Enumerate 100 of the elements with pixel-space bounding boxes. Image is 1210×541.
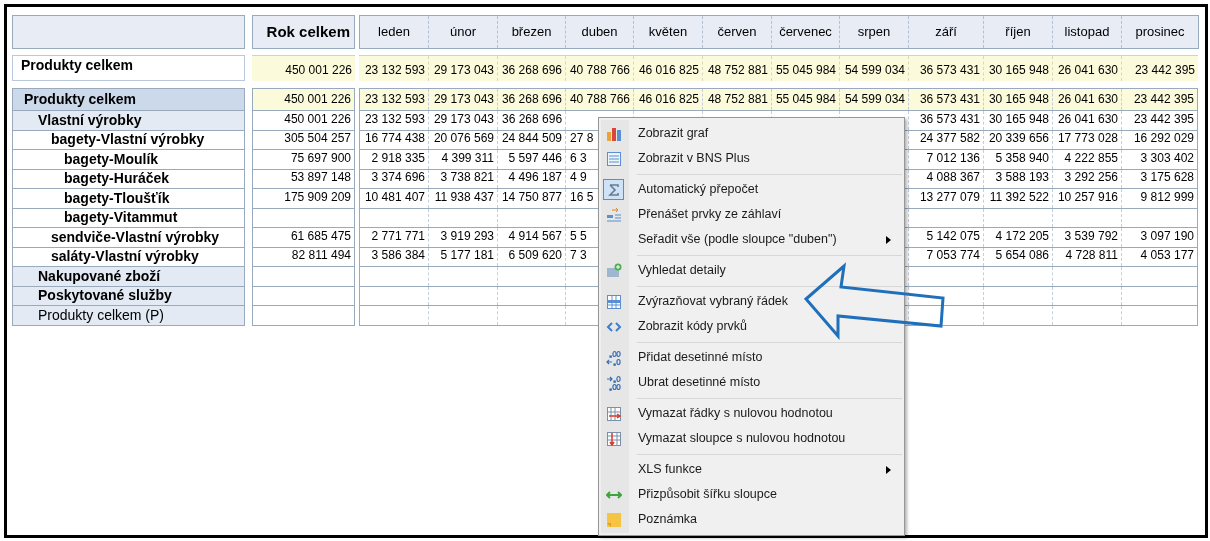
table-cell: 40 788 766 [566, 89, 634, 110]
menu-item[interactable]: Vymazat sloupce s nulovou hodnotou [599, 426, 904, 451]
table-cell-text: 4 053 177 [1139, 247, 1195, 264]
table-cell: 14 750 877 [498, 189, 566, 208]
row-label: Poskytované služby [12, 286, 245, 306]
table-cell: 2 771 771 [360, 228, 429, 247]
table-cell: 24 844 509 [498, 130, 566, 149]
table-cell-text: 3 175 628 [1139, 169, 1195, 186]
row-label: bagety-Tloušťík [12, 189, 245, 209]
table-cell: 7 053 774 [909, 247, 984, 266]
menu-item[interactable]: Zvýrazňovat vybraný řádek [599, 289, 904, 314]
column-header: květen [634, 16, 703, 48]
table-cell: 5 597 446 [498, 150, 566, 169]
table-cell: 450 001 226 [252, 111, 355, 131]
table-cell: 26 041 630 [1053, 89, 1122, 110]
table-cell: 75 697 900 [252, 150, 355, 170]
table-cell: 29 173 043 [429, 56, 498, 81]
table-cell: 29 173 043 [429, 89, 498, 110]
table-cell: 23 132 593 [360, 89, 429, 110]
menu-item[interactable]: Přidat desetinné místo [599, 345, 904, 370]
table-cell: 29 173 043 [429, 111, 498, 130]
table-cell: 450 001 226 [252, 88, 355, 111]
table-cell-text: 16 292 029 [1132, 130, 1195, 147]
table-cell: 23 132 593 [359, 56, 429, 81]
row-label: Nakupované zboží [12, 267, 245, 287]
table-cell: 26 041 630 [1053, 111, 1122, 130]
table-cell: 3 539 792 [1053, 228, 1122, 247]
column-header: únor [429, 16, 498, 48]
column-header: leden [360, 16, 429, 48]
table-cell: 305 504 257 [252, 130, 355, 150]
table-cell: 82 811 494 [252, 247, 355, 267]
table-cell: 30 165 948 [984, 111, 1053, 130]
table-cell: 10 481 407 [360, 189, 429, 208]
table-cell: 4 914 567 [498, 228, 566, 247]
table-cell: 36 268 696 [498, 111, 566, 130]
row-label: Produkty celkem [12, 55, 245, 81]
table-cell: 4 728 811 [1053, 247, 1122, 266]
table-cell: 5 654 086 [984, 247, 1053, 266]
table-cell-text: 23 442 395 [1132, 111, 1195, 128]
table-cell: 54 599 034 [840, 89, 909, 110]
table-cell: 53 897 148 [252, 169, 355, 189]
column-header: srpen [840, 16, 909, 48]
table-cell: 7 012 136 [909, 150, 984, 169]
column-header: prosinec [1134, 23, 1186, 42]
table-cell: 4 496 187 [498, 169, 566, 188]
table-cell: 2 918 335 [360, 150, 429, 169]
table-cell: 175 909 209 [252, 189, 355, 209]
table-cell: 3 919 293 [429, 228, 498, 247]
column-header: březen [498, 16, 566, 48]
table-cell-text: 3 097 190 [1139, 228, 1195, 245]
table-cell: 3 588 193 [984, 169, 1053, 188]
table-cell: 5 177 181 [429, 247, 498, 266]
table-cell: 17 773 028 [1053, 130, 1122, 149]
table-cell: 20 076 569 [429, 130, 498, 149]
table-cell: 48 752 881 [703, 89, 772, 110]
table-cell: 4 399 311 [429, 150, 498, 169]
row-label: bagety-Vitammut [12, 208, 245, 228]
table-cell: 36 573 431 [909, 111, 984, 130]
menu-item[interactable]: Ubrat desetinné místo [599, 370, 904, 395]
table-cell: 5 358 940 [984, 150, 1053, 169]
column-header: duben [566, 16, 634, 48]
row-label: Vlastní výrobky [12, 111, 245, 131]
table-cell: 4 088 367 [909, 169, 984, 188]
table-cell: 36 268 696 [498, 89, 566, 110]
table-cell: 4 172 205 [984, 228, 1053, 247]
table-cell: 46 016 825 [634, 89, 703, 110]
table-cell: 36 573 431 [909, 89, 984, 110]
menu-item[interactable]: Poznámka [599, 507, 904, 532]
table-cell-text: 23 442 395 [1132, 91, 1195, 108]
table-cell-text: 3 303 402 [1139, 150, 1195, 167]
menu-item[interactable]: Přizpůsobit šířku sloupce [599, 482, 904, 507]
row-label: bagety-Moulík [12, 150, 245, 170]
table-cell: 40 788 766 [566, 56, 634, 81]
row-label: bagety-Huráček [12, 169, 245, 189]
table-cell: 23 132 593 [360, 111, 429, 130]
table-cell: 30 165 948 [984, 89, 1053, 110]
table-cell: 11 392 522 [984, 189, 1053, 208]
row-label: Produkty celkem (P) [12, 306, 245, 326]
table-cell: 13 277 079 [909, 189, 984, 208]
table-cell: 6 509 620 [498, 247, 566, 266]
table-cell: 11 938 437 [429, 189, 498, 208]
table-cell: 30 165 948 [984, 56, 1053, 81]
table-cell: 46 016 825 [634, 56, 703, 81]
table-cell: 55 045 984 [772, 56, 840, 81]
table-cell: 10 257 916 [1053, 189, 1122, 208]
table-cell: 48 752 881 [703, 56, 772, 81]
column-header: listopad [1053, 16, 1122, 48]
table-cell: 3 586 384 [360, 247, 429, 266]
row-label: saláty-Vlastní výrobky [12, 247, 245, 267]
table-cell: 4 222 855 [1053, 150, 1122, 169]
table-cell: 36 268 696 [498, 56, 566, 81]
column-header: září [909, 16, 984, 48]
table-cell: 54 599 034 [840, 56, 909, 81]
table-cell: 36 573 431 [909, 56, 984, 81]
menu-item[interactable]: Vymazat řádky s nulovou hodnotou [599, 401, 904, 426]
table-cell-text: 9 812 999 [1139, 189, 1195, 206]
column-header: Rok celkem [252, 15, 355, 49]
table-cell: 450 001 226 [252, 55, 355, 81]
menu-item[interactable]: XLS funkce [599, 457, 904, 482]
menu-item[interactable]: Zobrazit kódy prvků [599, 314, 904, 339]
